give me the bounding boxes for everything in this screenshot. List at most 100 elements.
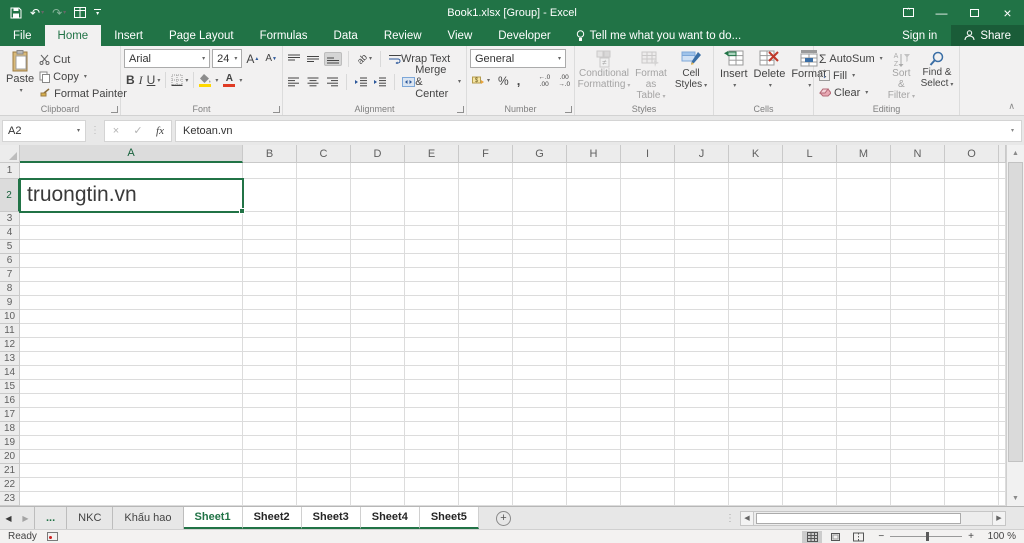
vertical-scrollbar[interactable]: ▲ ▼ — [1006, 145, 1024, 506]
clipboard-dialog-launcher[interactable] — [111, 106, 118, 113]
cell-d15[interactable] — [351, 380, 405, 394]
cell-o21[interactable] — [945, 464, 999, 478]
cell-c9[interactable] — [297, 296, 351, 310]
cell-j3[interactable] — [675, 212, 729, 226]
cell-f11[interactable] — [459, 324, 513, 338]
cell-g10[interactable] — [513, 310, 567, 324]
row-header-15[interactable]: 15 — [0, 380, 20, 394]
cell-l1[interactable] — [783, 163, 837, 179]
ribbon-tab-data[interactable]: Data — [321, 25, 371, 46]
sort-filter-button[interactable]: AZ Sort & Filter▾ — [885, 50, 918, 102]
cell-o13[interactable] — [945, 352, 999, 366]
cell-f15[interactable] — [459, 380, 513, 394]
font-dialog-launcher[interactable] — [273, 106, 280, 113]
ribbon-tab-home[interactable]: Home — [45, 25, 102, 46]
sheet-tab-kh-u-hao[interactable]: Khấu hao — [113, 507, 183, 529]
cell-l16[interactable] — [783, 394, 837, 408]
row-header-17[interactable]: 17 — [0, 408, 20, 422]
comma-style-button[interactable]: , — [515, 72, 523, 89]
top-align-icon[interactable] — [286, 53, 302, 65]
macro-record-icon[interactable] — [47, 532, 58, 541]
cell-k8[interactable] — [729, 282, 783, 296]
cell-i3[interactable] — [621, 212, 675, 226]
cell-b14[interactable] — [243, 366, 297, 380]
cell-k23[interactable] — [729, 492, 783, 506]
cell-j5[interactable] — [675, 240, 729, 254]
cell-j9[interactable] — [675, 296, 729, 310]
cell-o15[interactable] — [945, 380, 999, 394]
align-center-icon[interactable] — [305, 76, 321, 88]
cell-k1[interactable] — [729, 163, 783, 179]
cell-o16[interactable] — [945, 394, 999, 408]
cell-a11[interactable] — [20, 324, 243, 338]
cell-o5[interactable] — [945, 240, 999, 254]
cell-d7[interactable] — [351, 268, 405, 282]
cell-k10[interactable] — [729, 310, 783, 324]
redo-button[interactable]: ↷▾ — [52, 7, 66, 19]
cell-e1[interactable] — [405, 163, 459, 179]
cell-h3[interactable] — [567, 212, 621, 226]
cell-g9[interactable] — [513, 296, 567, 310]
column-header-b[interactable]: B — [243, 145, 297, 163]
cell-g4[interactable] — [513, 226, 567, 240]
cell-j21[interactable] — [675, 464, 729, 478]
cell-i22[interactable] — [621, 478, 675, 492]
cell-n2[interactable] — [891, 179, 945, 212]
cell-e14[interactable] — [405, 366, 459, 380]
cell-l3[interactable] — [783, 212, 837, 226]
cell-a17[interactable] — [20, 408, 243, 422]
cell-e7[interactable] — [405, 268, 459, 282]
cell-f13[interactable] — [459, 352, 513, 366]
cell-g6[interactable] — [513, 254, 567, 268]
cell-b8[interactable] — [243, 282, 297, 296]
cell-e17[interactable] — [405, 408, 459, 422]
cell-h22[interactable] — [567, 478, 621, 492]
cell-e3[interactable] — [405, 212, 459, 226]
formula-bar-grip[interactable]: ⋮ — [86, 125, 104, 136]
cell-h4[interactable] — [567, 226, 621, 240]
scroll-left-button[interactable]: ◀ — [740, 511, 754, 526]
orientation-button[interactable]: ab▾ — [355, 53, 374, 65]
cell-o3[interactable] — [945, 212, 999, 226]
column-header-f[interactable]: F — [459, 145, 513, 163]
cell-c10[interactable] — [297, 310, 351, 324]
cell-g3[interactable] — [513, 212, 567, 226]
copy-button[interactable]: Copy ▾ — [37, 68, 129, 85]
cell-c3[interactable] — [297, 212, 351, 226]
row-header-10[interactable]: 10 — [0, 310, 20, 324]
cell-h16[interactable] — [567, 394, 621, 408]
cell-o6[interactable] — [945, 254, 999, 268]
scroll-up-button[interactable]: ▲ — [1007, 145, 1024, 161]
cell-k6[interactable] — [729, 254, 783, 268]
cell-c17[interactable] — [297, 408, 351, 422]
cell-c7[interactable] — [297, 268, 351, 282]
cell-m18[interactable] — [837, 422, 891, 436]
cell-m2[interactable] — [837, 179, 891, 212]
cell-m1[interactable] — [837, 163, 891, 179]
collapse-ribbon-button[interactable]: ∧ — [1008, 101, 1015, 112]
cell-c19[interactable] — [297, 436, 351, 450]
cell-n7[interactable] — [891, 268, 945, 282]
cell-b9[interactable] — [243, 296, 297, 310]
sheet-tab-sheet2[interactable]: Sheet2 — [243, 507, 302, 529]
cell-d21[interactable] — [351, 464, 405, 478]
cell-k19[interactable] — [729, 436, 783, 450]
cell-n18[interactable] — [891, 422, 945, 436]
cell-n20[interactable] — [891, 450, 945, 464]
cell-c13[interactable] — [297, 352, 351, 366]
cell-f21[interactable] — [459, 464, 513, 478]
cell-g14[interactable] — [513, 366, 567, 380]
sign-in-button[interactable]: Sign in — [888, 25, 951, 46]
ribbon-display-options-button[interactable]: ^ — [892, 0, 925, 25]
cell-e21[interactable] — [405, 464, 459, 478]
cell-e12[interactable] — [405, 338, 459, 352]
cell-g20[interactable] — [513, 450, 567, 464]
cell-l2[interactable] — [783, 179, 837, 212]
cell-k7[interactable] — [729, 268, 783, 282]
cell-k12[interactable] — [729, 338, 783, 352]
format-painter-button[interactable]: Format Painter — [37, 85, 129, 102]
cell-e8[interactable] — [405, 282, 459, 296]
cell-l17[interactable] — [783, 408, 837, 422]
cell-l10[interactable] — [783, 310, 837, 324]
cell-n22[interactable] — [891, 478, 945, 492]
